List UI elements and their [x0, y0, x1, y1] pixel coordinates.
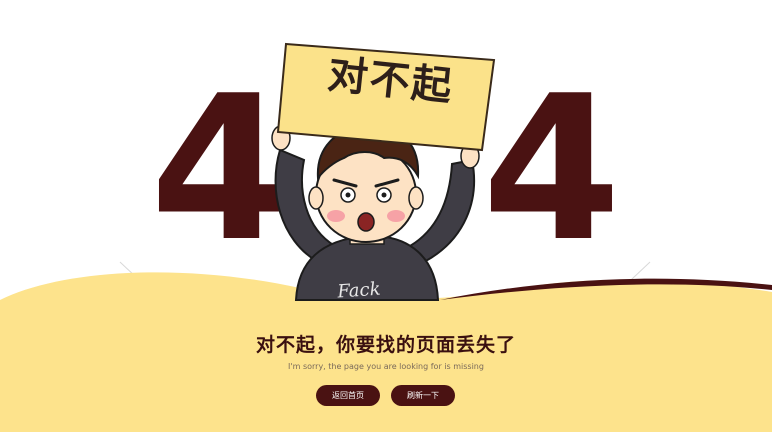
error-message: 对不起，你要找的页面丢失了 I'm sorry, the page you ar…	[0, 333, 772, 373]
action-buttons: 返回首页 刷新一下	[0, 385, 772, 407]
error-subtitle: I'm sorry, the page you are looking for …	[288, 362, 484, 371]
error-title: 对不起，你要找的页面丢失了	[255, 334, 516, 356]
back-home-button[interactable]: 返回首页	[316, 385, 380, 406]
refresh-button[interactable]: 刷新一下	[391, 385, 455, 406]
error-page: 4 4 对不起 Fack 对不起，你要找的页面丢失了 I'm sorry, th…	[0, 0, 772, 432]
